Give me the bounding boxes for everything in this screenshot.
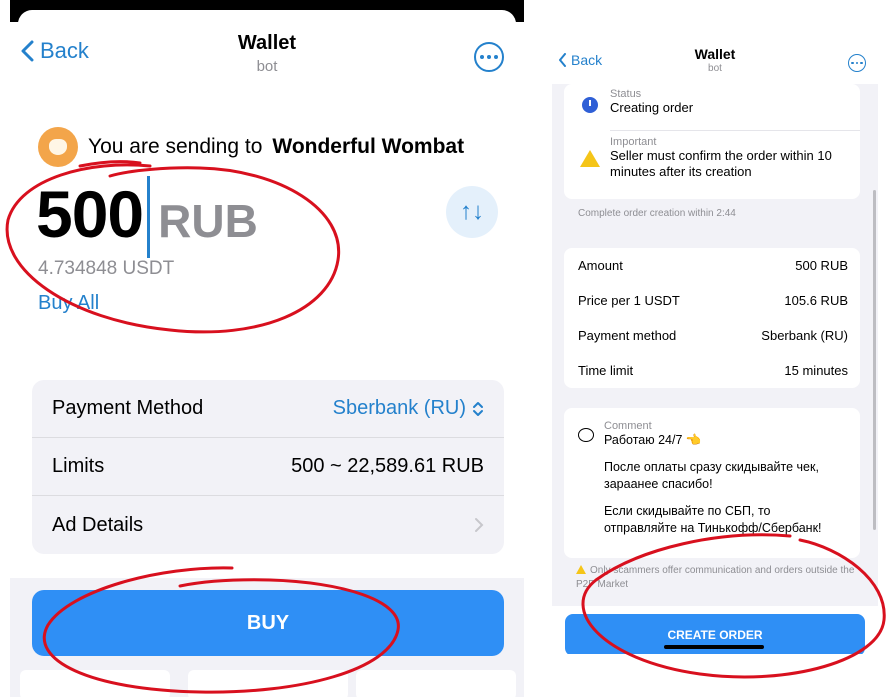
row-label: Limits bbox=[52, 455, 105, 477]
buy-button[interactable]: BUY bbox=[32, 590, 504, 656]
more-options-icon[interactable] bbox=[848, 54, 866, 72]
screenshot-canvas: Back Wallet bot You are sending to Wonde… bbox=[0, 0, 893, 697]
home-indicator bbox=[664, 645, 764, 649]
detail-label: Amount bbox=[578, 258, 623, 273]
comment-card: Comment Работаю 24/7 👈 После оплаты сраз… bbox=[564, 408, 860, 558]
right-screen: Back Wallet bot Status Creating order Im… bbox=[552, 40, 878, 654]
buy-all-link[interactable]: Buy All bbox=[38, 292, 99, 315]
amount-currency: RUB bbox=[158, 195, 258, 247]
ad-details-row[interactable]: Ad Details bbox=[32, 496, 504, 554]
status-bar bbox=[10, 0, 524, 30]
divider bbox=[610, 130, 860, 131]
warning-icon bbox=[576, 565, 586, 574]
important-value: Seller must confirm the order within 10 … bbox=[610, 148, 832, 179]
detail-value: 15 minutes bbox=[784, 363, 848, 378]
amount-value: 500 bbox=[36, 177, 144, 251]
scam-warning: Only scammers offer communication and or… bbox=[576, 564, 856, 592]
amount-input[interactable]: 500 RUB bbox=[36, 176, 258, 258]
comment-label: Comment bbox=[604, 420, 652, 432]
page-subtitle: bot bbox=[256, 58, 278, 75]
row-value: Sberbank (RU) bbox=[332, 397, 466, 419]
comment-bubble-icon bbox=[578, 428, 594, 442]
payment-method-row[interactable]: Payment Method Sberbank (RU) bbox=[32, 380, 504, 438]
detail-value: Sberbank (RU) bbox=[761, 328, 848, 343]
text-cursor bbox=[147, 176, 151, 258]
detail-label: Time limit bbox=[578, 363, 634, 378]
comment-line: После оплаты сразу скидывайте чек, зараа… bbox=[604, 460, 819, 491]
row-label: Ad Details bbox=[52, 513, 144, 536]
detail-label: Price per 1 USDT bbox=[578, 293, 680, 308]
sending-prefix: You are sending to bbox=[88, 135, 263, 158]
status-item: Status Creating order bbox=[564, 88, 860, 116]
swap-currency-button[interactable]: ↑↓ bbox=[446, 186, 498, 238]
converted-amount: 4.734848 USDT bbox=[38, 258, 175, 279]
order-info-card: Payment Method Sberbank (RU) Limits 500 … bbox=[32, 380, 504, 554]
detail-row: Payment method Sberbank (RU) bbox=[564, 318, 860, 353]
status-value: Creating order bbox=[610, 100, 694, 115]
detail-row: Time limit 15 minutes bbox=[564, 353, 860, 388]
payment-method-select[interactable]: Sberbank (RU) bbox=[333, 397, 484, 420]
detail-row: Price per 1 USDT 105.6 RUB bbox=[564, 283, 860, 318]
recipient-row: You are sending to Wonderful Wombat bbox=[38, 127, 464, 167]
important-label: Important bbox=[610, 136, 657, 148]
recipient-name: Wonderful Wombat bbox=[272, 135, 465, 158]
page-title: Wallet bbox=[237, 32, 297, 54]
chevron-right-icon bbox=[475, 518, 484, 532]
row-value: 500 ~ 22,589.61 RUB bbox=[291, 455, 484, 477]
order-details-card: Amount 500 RUB Price per 1 USDT 105.6 RUB … bbox=[564, 248, 860, 388]
tab-placeholder bbox=[20, 670, 170, 697]
tab-placeholder bbox=[356, 670, 516, 697]
detail-value: 500 RUB bbox=[795, 258, 848, 273]
detail-label: Payment method bbox=[578, 328, 677, 343]
swap-arrows-icon: ↑↓ bbox=[460, 198, 484, 225]
chevron-updown-icon bbox=[473, 401, 483, 416]
page-subtitle: bot bbox=[708, 63, 722, 74]
detail-value: 105.6 RUB bbox=[784, 293, 848, 308]
left-screen: Back Wallet bot You are sending to Wonde… bbox=[10, 0, 524, 697]
comment-line: Если скидывайте по СБП, то отправляйте н… bbox=[604, 504, 822, 535]
tab-placeholder bbox=[188, 670, 348, 697]
more-options-icon[interactable] bbox=[474, 42, 504, 72]
scam-warning-text: Only scammers offer communication and or… bbox=[576, 565, 855, 590]
comment-line: Работаю 24/7 👈 bbox=[604, 433, 702, 447]
limits-row: Limits 500 ~ 22,589.61 RUB bbox=[32, 438, 504, 496]
page-title: Wallet bbox=[694, 46, 736, 62]
important-item: Important Seller must confirm the order … bbox=[564, 136, 860, 180]
countdown-hint: Complete order creation within 2:44 bbox=[578, 208, 736, 219]
status-label: Status bbox=[610, 88, 642, 100]
status-card: Status Creating order Important Seller m… bbox=[564, 84, 860, 199]
scrollbar[interactable] bbox=[873, 190, 876, 530]
nav-bar: Back Wallet bot bbox=[552, 40, 878, 84]
detail-row: Amount 500 RUB bbox=[564, 248, 860, 283]
avatar bbox=[38, 127, 78, 167]
row-label: Payment Method bbox=[52, 397, 204, 419]
